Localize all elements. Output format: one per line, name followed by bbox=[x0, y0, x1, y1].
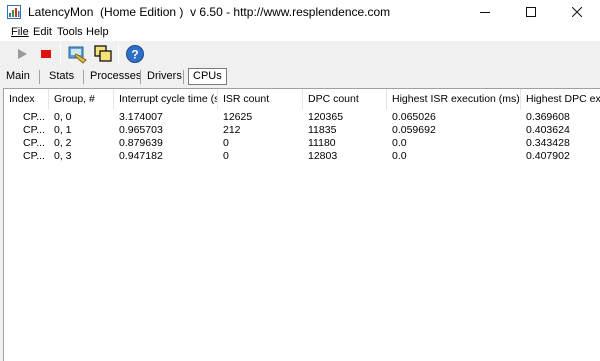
help-button[interactable]: ? bbox=[124, 43, 146, 65]
minimize-icon bbox=[480, 12, 490, 13]
maximize-icon bbox=[526, 7, 536, 17]
column-header-interrupt-cycle-time[interactable]: Interrupt cycle time (s) bbox=[114, 89, 218, 110]
tab-drivers[interactable]: Drivers bbox=[143, 69, 186, 85]
window-title: LatencyMon (Home Edition ) v 6.50 - http… bbox=[28, 5, 391, 19]
menu-tools-label: Tools bbox=[57, 26, 83, 38]
cell-highest-dpc-execution: 0.407902 bbox=[526, 150, 570, 162]
cell-highest-isr-execution: 0.059692 bbox=[392, 124, 436, 136]
stop-button[interactable] bbox=[35, 43, 57, 65]
tab-drivers-label: Drivers bbox=[147, 70, 182, 82]
column-header-group[interactable]: Group, # bbox=[49, 89, 114, 110]
table-row[interactable]: CP... 0, 0 3.174007 12625 120365 0.06502… bbox=[4, 111, 600, 124]
cell-group: 0, 3 bbox=[54, 150, 72, 162]
tab-cpus[interactable]: CPUs bbox=[188, 68, 227, 85]
cell-group: 0, 2 bbox=[54, 137, 72, 149]
menu-bar: File Edit Tools Help bbox=[0, 24, 600, 41]
column-header-index[interactable]: Index bbox=[4, 89, 49, 110]
tab-separator bbox=[140, 70, 141, 84]
menu-file[interactable]: File bbox=[11, 26, 29, 38]
toolbar: ? bbox=[0, 41, 600, 67]
toolbar-separator bbox=[118, 44, 119, 64]
cell-interrupt-cycle-time: 0.947182 bbox=[119, 150, 163, 162]
cell-dpc-count: 120365 bbox=[308, 111, 344, 123]
maximize-button[interactable] bbox=[508, 0, 554, 24]
close-icon bbox=[572, 7, 582, 17]
copy-button[interactable] bbox=[92, 43, 114, 65]
svg-text:?: ? bbox=[131, 48, 138, 62]
stop-icon bbox=[41, 50, 51, 58]
minimize-button[interactable] bbox=[462, 0, 508, 24]
cell-isr-count: 12625 bbox=[223, 111, 253, 123]
table-row[interactable]: CP... 0, 3 0.947182 0 12803 0.0 0.407902 bbox=[4, 150, 600, 163]
column-header-highest-isr-execution[interactable]: Highest ISR execution (ms) bbox=[387, 89, 521, 110]
tab-main[interactable]: Main bbox=[2, 69, 34, 85]
cell-group: 0, 0 bbox=[54, 111, 72, 123]
cell-highest-dpc-execution: 0.369608 bbox=[526, 111, 570, 123]
start-button[interactable] bbox=[11, 43, 33, 65]
tab-processes-label: Processes bbox=[90, 70, 142, 82]
play-icon bbox=[18, 49, 27, 59]
cell-interrupt-cycle-time: 3.174007 bbox=[119, 111, 163, 123]
cell-highest-isr-execution: 0.0 bbox=[392, 150, 407, 162]
driver-icon bbox=[68, 46, 87, 64]
column-header-dpc-count[interactable]: DPC count bbox=[303, 89, 387, 110]
cell-index: CP... bbox=[23, 111, 45, 123]
app-icon bbox=[7, 5, 21, 19]
cell-isr-count: 212 bbox=[223, 124, 241, 136]
cell-dpc-count: 12803 bbox=[308, 150, 338, 162]
tab-bar: Main Stats Processes Drivers CPUs bbox=[0, 67, 600, 87]
cell-highest-dpc-execution: 0.403624 bbox=[526, 124, 570, 136]
menu-help-label: Help bbox=[86, 26, 109, 38]
menu-help[interactable]: Help bbox=[86, 26, 109, 38]
cell-interrupt-cycle-time: 0.879639 bbox=[119, 137, 163, 149]
help-icon: ? bbox=[126, 45, 144, 63]
cell-highest-isr-execution: 0.065026 bbox=[392, 111, 436, 123]
cell-highest-dpc-execution: 0.343428 bbox=[526, 137, 570, 149]
tab-cpus-label: CPUs bbox=[193, 70, 222, 82]
tab-separator bbox=[183, 70, 184, 84]
table-header: Index Group, # Interrupt cycle time (s) … bbox=[4, 89, 600, 110]
cell-isr-count: 0 bbox=[223, 150, 229, 162]
menu-tools[interactable]: Tools bbox=[57, 26, 83, 38]
tab-separator bbox=[83, 70, 84, 84]
tab-stats-label: Stats bbox=[49, 70, 75, 82]
cell-index: CP... bbox=[23, 124, 45, 136]
driver-button[interactable] bbox=[66, 43, 88, 65]
cell-isr-count: 0 bbox=[223, 137, 229, 149]
cell-dpc-count: 11180 bbox=[308, 137, 336, 149]
tab-processes[interactable]: Processes bbox=[86, 69, 145, 85]
menu-file-label: File bbox=[11, 26, 29, 38]
menu-edit-label: Edit bbox=[33, 26, 52, 38]
copy-icon bbox=[94, 45, 112, 62]
cell-interrupt-cycle-time: 0.965703 bbox=[119, 124, 163, 136]
cell-index: CP... bbox=[23, 137, 45, 149]
column-header-isr-count[interactable]: ISR count bbox=[218, 89, 303, 110]
close-button[interactable] bbox=[554, 0, 600, 24]
table-row[interactable]: CP... 0, 2 0.879639 0 11180 0.0 0.343428 bbox=[4, 137, 600, 150]
cpu-list-view[interactable]: Index Group, # Interrupt cycle time (s) … bbox=[3, 88, 600, 361]
menu-edit[interactable]: Edit bbox=[33, 26, 52, 38]
tab-stats[interactable]: Stats bbox=[45, 69, 78, 85]
cell-dpc-count: 11835 bbox=[308, 124, 337, 136]
toolbar-separator bbox=[60, 44, 61, 64]
cell-highest-isr-execution: 0.0 bbox=[392, 137, 407, 149]
app-window: LatencyMon (Home Edition ) v 6.50 - http… bbox=[0, 0, 600, 361]
column-header-highest-dpc-execution[interactable]: Highest DPC exec bbox=[521, 89, 600, 110]
tab-separator bbox=[39, 70, 40, 84]
table-row[interactable]: CP... 0, 1 0.965703 212 11835 0.059692 0… bbox=[4, 124, 600, 137]
title-bar: LatencyMon (Home Edition ) v 6.50 - http… bbox=[0, 0, 600, 24]
tab-main-label: Main bbox=[6, 70, 30, 82]
cell-index: CP... bbox=[23, 150, 45, 162]
cell-group: 0, 1 bbox=[54, 124, 72, 136]
